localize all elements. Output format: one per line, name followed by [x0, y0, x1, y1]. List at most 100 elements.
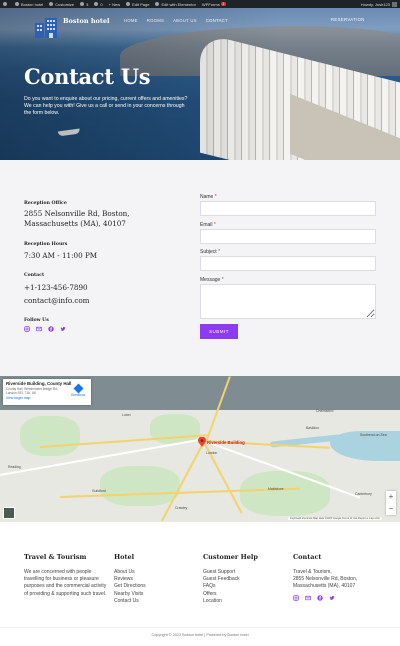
footer-col3-title: Customer Help — [203, 553, 258, 561]
footer-divider — [0, 627, 400, 628]
map-city-label: Guildford — [92, 489, 106, 493]
message-field[interactable] — [200, 284, 376, 319]
twitter-icon[interactable] — [329, 595, 335, 601]
copyright-text: Copyright © 2023 Boston hotel | Powered … — [151, 633, 249, 637]
name-label: Name * — [200, 194, 217, 200]
email-icon[interactable] — [36, 326, 42, 332]
footer-col1-title: Travel & Tourism — [24, 553, 87, 561]
instagram-icon[interactable] — [24, 326, 30, 332]
map-city-label: London — [206, 451, 218, 455]
contact-label: Contact — [24, 273, 45, 278]
footer-link[interactable]: Offers — [203, 591, 240, 598]
social-links — [24, 326, 66, 332]
email-icon[interactable] — [305, 595, 311, 601]
site-header — [0, 8, 400, 38]
place-address: County Hall, Westminster Bridge Rd, Lond… — [6, 387, 58, 395]
footer-link[interactable]: Nearby Visits — [114, 591, 146, 598]
admin-site-name[interactable]: Boston hotel — [15, 2, 43, 7]
name-field[interactable] — [200, 201, 376, 216]
footer-link[interactable]: Guest Feedback — [203, 576, 240, 583]
comment-icon — [94, 2, 99, 6]
footer-contact-line: Travel & Tourism, — [293, 569, 332, 575]
wordpress-logo-icon[interactable] — [3, 2, 9, 6]
nav-home[interactable]: HOME — [124, 18, 138, 23]
nav-rooms[interactable]: ROOMS — [147, 18, 164, 23]
map-city-label: Canterbury — [355, 492, 372, 496]
phone-link[interactable]: +1-123-456-7890 — [24, 283, 174, 293]
follow-label: Follow Us — [24, 318, 49, 323]
footer-contact-line: Massachusetts (MA), 40107 — [293, 583, 356, 590]
subject-field[interactable] — [200, 256, 376, 271]
map-satellite-toggle[interactable] — [3, 507, 15, 519]
zoom-out-button[interactable]: − — [386, 503, 396, 515]
admin-edit-page[interactable]: Edit Page — [126, 2, 149, 7]
admin-new[interactable]: + New — [109, 2, 120, 7]
map-city-label: Crawley — [175, 506, 188, 510]
elementor-icon — [155, 2, 160, 6]
brush-icon — [49, 2, 54, 6]
map-park — [100, 466, 180, 506]
footer-link[interactable]: Contact Us — [114, 598, 146, 605]
home-icon — [15, 2, 19, 6]
map-city-label: Luton — [122, 413, 131, 417]
admin-wpforms[interactable]: WPForms 1 — [202, 2, 226, 7]
refresh-icon — [80, 2, 85, 6]
page-title: Contact Us — [24, 64, 151, 89]
footer-hotel-links: About Us Reviews Get Directions Nearby V… — [114, 569, 146, 605]
map-park — [20, 416, 80, 456]
footer-link[interactable]: Guest Support — [203, 569, 240, 576]
footer-col4-title: Contact — [293, 553, 322, 561]
wpforms-badge: 1 — [220, 2, 226, 6]
footer-help-links: Guest Support Guest Feedback FAQs Offers… — [203, 569, 240, 605]
admin-comments[interactable]: 0 — [94, 2, 103, 7]
hero-subtitle: Do you want to enquire about our pricing… — [24, 96, 188, 117]
email-link[interactable]: contact@info.com — [24, 296, 174, 306]
map-pin-label: Riverside Building — [207, 440, 245, 445]
main-nav: HOME ROOMS ABOUT US CONTACT — [124, 18, 228, 23]
map-city-label: Chelmsford — [316, 409, 334, 413]
pencil-icon — [126, 2, 131, 6]
hotel-logo-icon[interactable] — [34, 17, 58, 39]
footer-col2-title: Hotel — [114, 553, 135, 561]
directions-icon — [73, 383, 84, 394]
subject-label: Subject * — [200, 249, 221, 255]
message-label: Message * — [200, 277, 224, 283]
footer-link[interactable]: About Us — [114, 569, 146, 576]
instagram-icon[interactable] — [293, 595, 299, 601]
map-city-label: Basildon — [306, 426, 320, 430]
email-label: Email * — [200, 222, 216, 228]
nav-about-us[interactable]: ABOUT US — [173, 18, 197, 23]
footer-link[interactable]: Location — [203, 598, 240, 605]
zoom-in-button[interactable]: + — [386, 491, 396, 503]
wp-admin-bar: Boston hotel Customize 3 0 + New Edit Pa… — [0, 0, 400, 8]
admin-elementor[interactable]: Edit with Elementor — [155, 2, 196, 7]
map-park — [240, 471, 330, 516]
footer-link[interactable]: Reviews — [114, 576, 146, 583]
footer-link[interactable]: FAQs — [203, 583, 240, 590]
office-address: 2855 Nelsonville Rd, Boston, Massachuset… — [24, 209, 130, 228]
email-field[interactable] — [200, 229, 376, 244]
map-zoom-controls: + − — [386, 491, 396, 515]
facebook-icon[interactable] — [317, 595, 323, 601]
footer-social-links — [293, 595, 335, 601]
directions-button[interactable]: Directions — [71, 383, 85, 397]
map-city-label: Southend-on-Sea — [360, 433, 387, 437]
admin-account[interactable]: Howdy, Josh123 — [361, 1, 397, 7]
map-pin-icon[interactable] — [198, 437, 206, 447]
hours-label: Reception Hours — [24, 242, 68, 247]
hours-value: 7:30 AM - 11:00 PM — [24, 251, 98, 260]
site-title[interactable]: Boston hotel — [63, 17, 109, 25]
footer-contact-line: 2855 Nelsonville Rd, Boston, — [293, 576, 358, 583]
nav-contact[interactable]: CONTACT — [206, 18, 228, 23]
map-city-label: Maidstone — [268, 487, 284, 491]
map-city-label: Reading — [8, 465, 21, 469]
avatar — [392, 1, 397, 7]
admin-updates[interactable]: 3 — [80, 2, 88, 7]
submit-button[interactable]: SUBMIT — [200, 324, 238, 339]
facebook-icon[interactable] — [48, 326, 54, 332]
reservation-button[interactable]: RESERVATION — [331, 17, 365, 22]
twitter-icon[interactable] — [60, 326, 66, 332]
map-info-card: Riverside Building, County Hall County H… — [3, 379, 91, 405]
admin-customize[interactable]: Customize — [49, 2, 74, 7]
footer-link[interactable]: Get Directions — [114, 583, 146, 590]
